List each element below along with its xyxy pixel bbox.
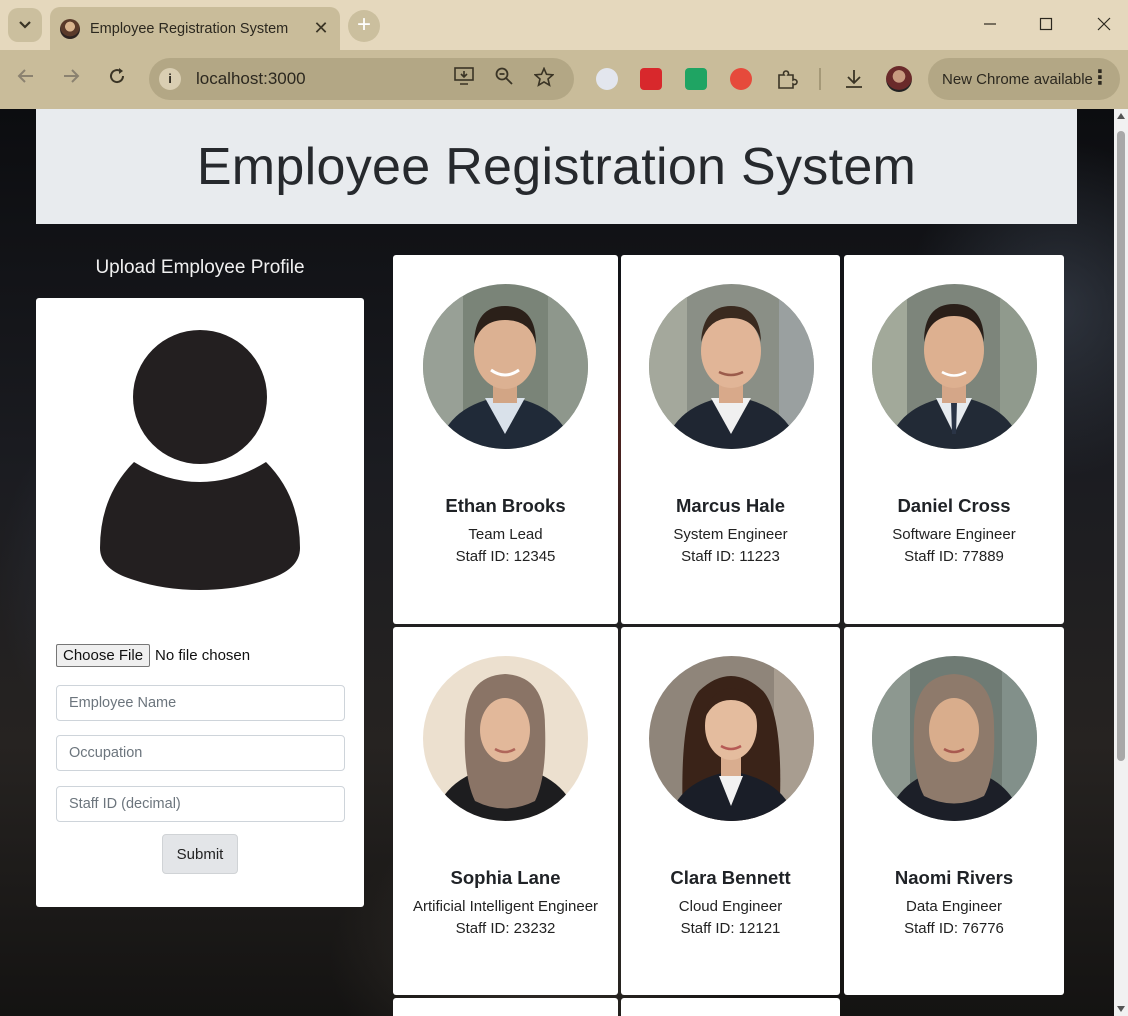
- more-vert-icon[interactable]: ⋮: [1090, 66, 1110, 90]
- tab-title: Employee Registration System: [90, 20, 289, 37]
- employee-occupation: Software Engineer: [892, 526, 1016, 543]
- browser-tab[interactable]: Employee Registration System ✕: [50, 7, 340, 50]
- arrow-left-icon: [17, 69, 33, 83]
- employee-card-partial: [393, 998, 618, 1016]
- employee-staff-id: Staff ID: 76776: [904, 920, 1004, 937]
- mendeley-extension-icon[interactable]: [640, 68, 662, 90]
- back-button[interactable]: [12, 65, 40, 93]
- choose-file-button[interactable]: Choose File: [56, 644, 151, 667]
- employee-name: Sophia Lane: [450, 867, 561, 888]
- employee-card: Clara Bennett Cloud Engineer Staff ID: 1…: [621, 627, 840, 995]
- employee-card: Ethan Brooks Team Lead Staff ID: 12345: [393, 255, 618, 624]
- submit-button[interactable]: Submit: [162, 834, 238, 874]
- page-title: Employee Registration System: [196, 137, 917, 196]
- maximize-button[interactable]: [1026, 10, 1066, 40]
- employee-name: Marcus Hale: [676, 495, 785, 516]
- scroll-up-arrow-icon[interactable]: [1117, 113, 1125, 119]
- employee-photo: [649, 284, 814, 449]
- employee-staff-id: Staff ID: 12121: [680, 920, 781, 937]
- employee-photo: [423, 656, 588, 821]
- user-placeholder-icon: [100, 330, 300, 590]
- site-info-icon[interactable]: i: [159, 68, 181, 90]
- browser-tab-bar: Employee Registration System ✕ +: [0, 0, 1128, 50]
- employee-staff-id: Staff ID: 11223: [681, 548, 780, 565]
- employee-photo: [872, 656, 1037, 821]
- staff-id-input[interactable]: [56, 786, 345, 822]
- chrome-update-label: New Chrome available: [942, 70, 1093, 88]
- maximize-icon: [1039, 17, 1053, 31]
- tab-search-button[interactable]: [8, 8, 42, 42]
- close-window-button[interactable]: [1084, 10, 1124, 40]
- employee-name: Ethan Brooks: [445, 495, 566, 516]
- scrollbar-thumb[interactable]: [1117, 131, 1125, 761]
- occupation-input[interactable]: [56, 735, 345, 771]
- minimize-button[interactable]: [970, 10, 1010, 40]
- download-icon[interactable]: [843, 68, 865, 90]
- employee-name: Naomi Rivers: [894, 867, 1014, 888]
- employee-occupation: Artificial Intelligent Engineer: [412, 898, 599, 915]
- address-bar[interactable]: i localhost:3000: [149, 58, 574, 100]
- page-header: Employee Registration System: [36, 109, 1077, 224]
- extensions-puzzle-icon[interactable]: [776, 68, 798, 90]
- employee-occupation: Cloud Engineer: [678, 898, 783, 915]
- page-viewport: Employee Registration System Upload Empl…: [0, 109, 1114, 1016]
- upload-heading: Upload Employee Profile: [95, 257, 305, 278]
- employee-card-partial: [621, 998, 840, 1016]
- chevron-down-icon: [19, 21, 31, 29]
- zoom-icon[interactable]: [492, 67, 516, 91]
- reload-button[interactable]: [103, 65, 131, 93]
- forward-button[interactable]: [57, 65, 85, 93]
- employee-name-input[interactable]: [56, 685, 345, 721]
- upload-form-card: Choose File No file chosen Submit: [36, 298, 364, 907]
- scroll-down-arrow-icon[interactable]: [1117, 1006, 1125, 1012]
- employee-card: Daniel Cross Software Engineer Staff ID:…: [844, 255, 1064, 624]
- paw-extension-icon[interactable]: [730, 68, 752, 90]
- employee-staff-id: Staff ID: 12345: [455, 548, 556, 565]
- chrome-update-button[interactable]: New Chrome available ⋮: [928, 58, 1120, 100]
- new-tab-button[interactable]: +: [348, 10, 380, 42]
- employee-card: Sophia Lane Artificial Intelligent Engin…: [393, 627, 618, 995]
- employee-occupation: System Engineer: [673, 526, 788, 543]
- employee-occupation: Data Engineer: [906, 898, 1002, 915]
- employee-name: Clara Bennett: [670, 867, 791, 888]
- page-scrollbar[interactable]: [1114, 109, 1128, 1016]
- employee-staff-id: Staff ID: 77889: [904, 548, 1004, 565]
- bookmark-star-icon[interactable]: [532, 66, 556, 91]
- arrow-right-icon: [64, 69, 80, 83]
- employee-photo: [872, 284, 1037, 449]
- file-status-text: No file chosen: [155, 647, 251, 664]
- install-app-icon[interactable]: [452, 67, 476, 91]
- profile-avatar[interactable]: [886, 66, 912, 92]
- url-text[interactable]: localhost:3000: [196, 69, 306, 89]
- toolbar-divider: [819, 68, 821, 90]
- employee-staff-id: Staff ID: 23232: [455, 920, 556, 937]
- employee-card: Naomi Rivers Data Engineer Staff ID: 767…: [844, 627, 1064, 995]
- close-icon: [1097, 17, 1111, 31]
- tab-favicon-icon: [60, 18, 80, 39]
- employee-card: Marcus Hale System Engineer Staff ID: 11…: [621, 255, 840, 624]
- employee-occupation: Team Lead: [468, 526, 543, 543]
- play-extension-icon[interactable]: [685, 68, 707, 90]
- employee-photo: [423, 284, 588, 449]
- minimize-icon: [984, 23, 996, 25]
- employee-photo: [649, 656, 814, 821]
- shield-extension-icon[interactable]: [596, 68, 618, 90]
- close-tab-icon[interactable]: ✕: [310, 18, 332, 39]
- employee-name: Daniel Cross: [897, 495, 1011, 516]
- reload-icon: [110, 68, 125, 84]
- file-input[interactable]: Choose File No file chosen: [56, 644, 250, 667]
